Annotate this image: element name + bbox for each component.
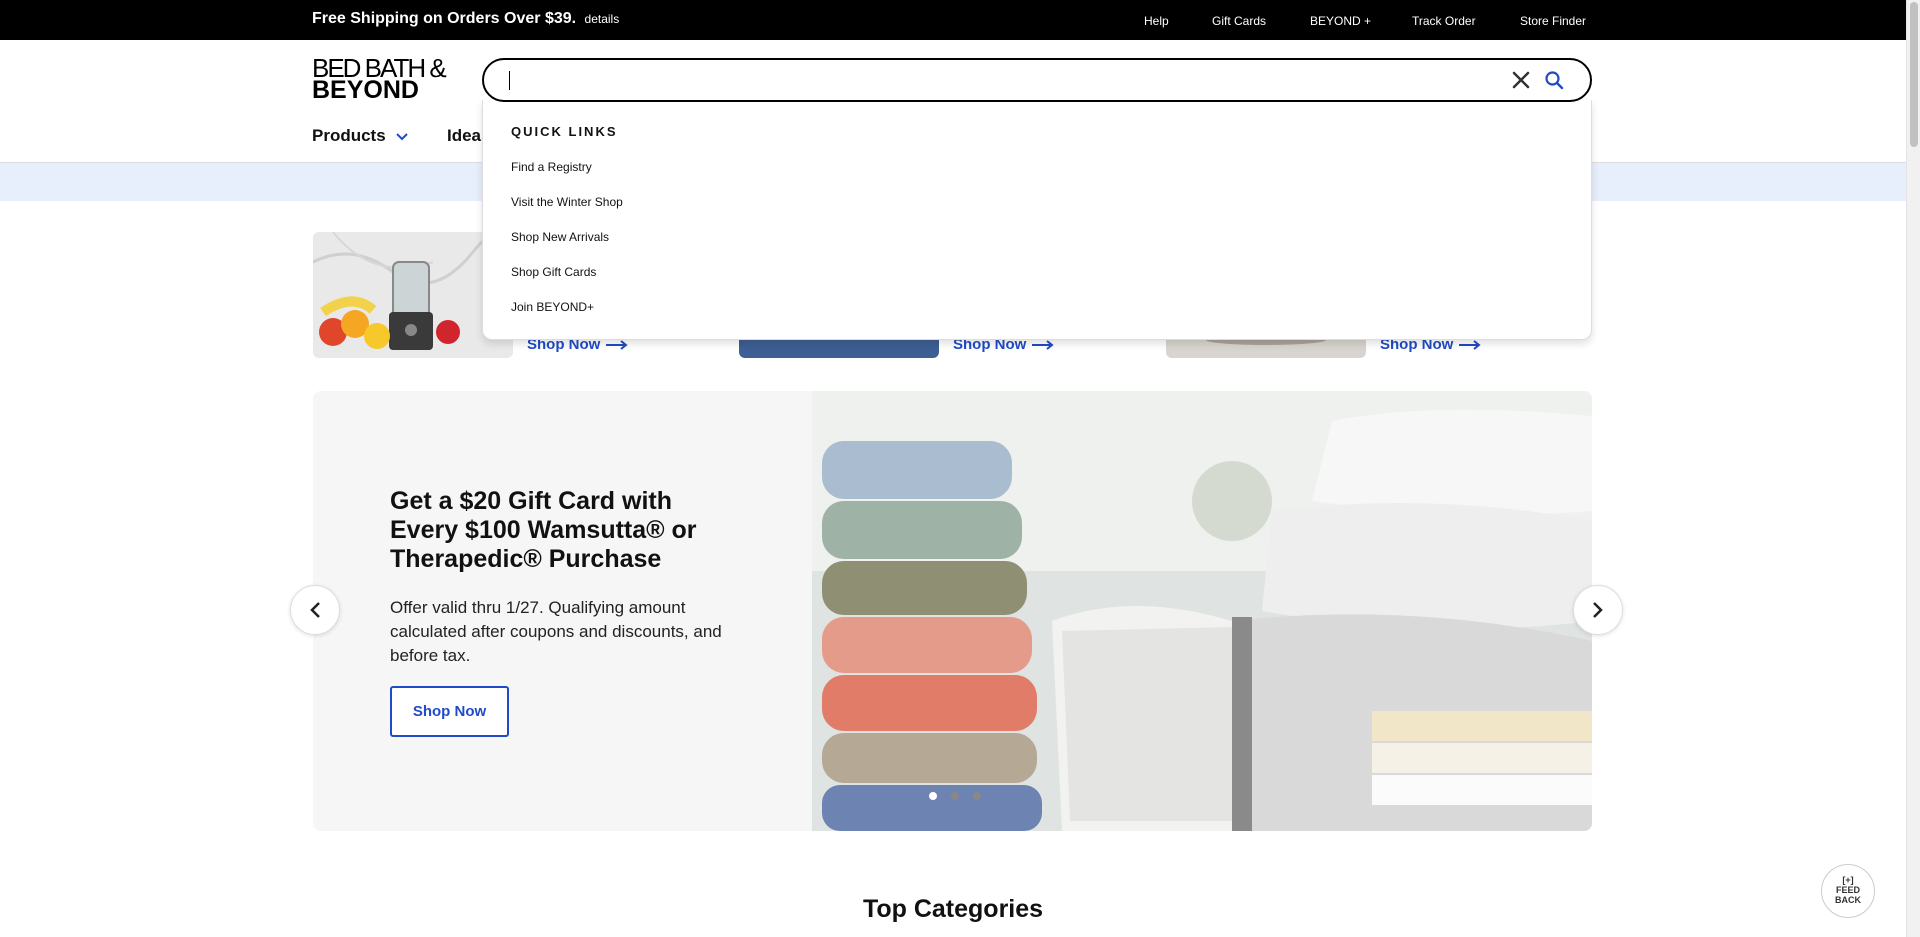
feedback-icon: [+] <box>1842 875 1854 885</box>
nav-products-label: Products <box>312 126 386 145</box>
carousel-prev-button[interactable] <box>290 585 340 635</box>
close-icon[interactable] <box>1510 69 1532 91</box>
feedback-button[interactable]: [+] FEED BACK <box>1821 864 1875 918</box>
quick-link-join-beyond[interactable]: Join BEYOND+ <box>511 300 594 314</box>
carousel-dot-2[interactable] <box>951 792 959 800</box>
free-shipping-text: Free Shipping on Orders Over $39. <box>312 10 577 27</box>
hero-shop-now-button[interactable]: Shop Now <box>390 686 509 737</box>
quick-link-find-registry[interactable]: Find a Registry <box>511 160 592 174</box>
scrollbar-thumb[interactable] <box>1910 2 1918 147</box>
arrow-right-icon <box>1032 339 1054 350</box>
free-shipping-details-link[interactable]: details <box>585 12 620 26</box>
page-scrollbar[interactable] <box>1906 0 1920 937</box>
hero-title: Get a $20 Gift Card with Every $100 Wams… <box>390 487 697 573</box>
top-categories-heading: Top Categories <box>862 895 1044 923</box>
feedback-label-line1: FEED <box>1835 885 1860 895</box>
search-icon[interactable] <box>1544 70 1564 90</box>
arrow-right-icon <box>606 339 628 350</box>
quick-link-new-arrivals[interactable]: Shop New Arrivals <box>511 230 609 244</box>
carousel-next-button[interactable] <box>1573 585 1623 635</box>
track-order-link[interactable]: Track Order <box>1412 14 1476 28</box>
top-utility-bar: Free Shipping on Orders Over $39. detail… <box>0 0 1906 40</box>
search-box <box>482 58 1592 102</box>
chevron-right-icon <box>1593 602 1603 618</box>
quick-link-gift-cards[interactable]: Shop Gift Cards <box>511 265 596 279</box>
free-shipping-promo: Free Shipping on Orders Over $39. detail… <box>312 10 619 28</box>
carousel-dot-1[interactable] <box>929 792 937 800</box>
quick-links-title: QUICK LINKS <box>511 124 618 139</box>
search-suggestions-dropdown: QUICK LINKS Find a Registry Visit the Wi… <box>482 100 1592 340</box>
hero-towels-pillows-image[interactable] <box>812 391 1592 831</box>
chevron-left-icon <box>310 602 320 618</box>
text-cursor <box>509 71 510 90</box>
beyond-plus-link[interactable]: BEYOND + <box>1310 14 1371 28</box>
search-input[interactable] <box>508 69 1468 91</box>
chevron-down-icon <box>395 133 408 141</box>
feedback-label-line2: BACK <box>1835 895 1861 905</box>
quick-link-winter-shop[interactable]: Visit the Winter Shop <box>511 195 623 209</box>
carousel-dot-3[interactable] <box>973 792 981 800</box>
bed-bath-beyond-logo[interactable]: BED BATH & BEYOND <box>312 55 454 103</box>
store-finder-link[interactable]: Store Finder <box>1520 14 1586 28</box>
hero-carousel-slide: Get a $20 Gift Card with Every $100 Wams… <box>313 391 1592 831</box>
arrow-right-icon <box>1459 339 1481 350</box>
nav-products-menu[interactable]: Products <box>312 126 408 146</box>
gift-cards-link[interactable]: Gift Cards <box>1212 14 1266 28</box>
hero-subtitle: Offer valid thru 1/27. Qualifying amount… <box>390 598 722 665</box>
help-link[interactable]: Help <box>1144 14 1169 28</box>
